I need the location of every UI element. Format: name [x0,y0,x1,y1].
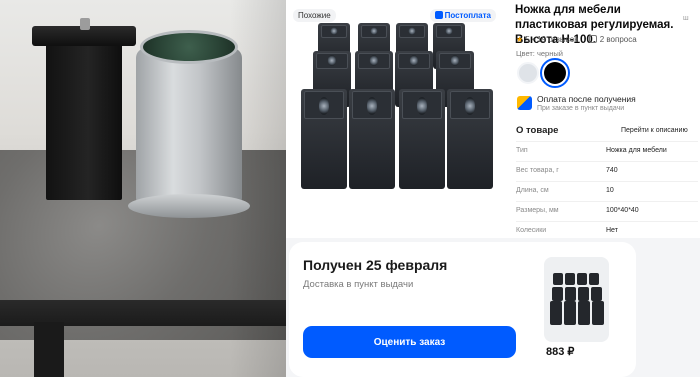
color-swatch-black[interactable] [540,58,570,88]
postpay-badge: Постоплата [429,9,496,22]
reviews-link[interactable]: 19 отзывов [537,35,578,44]
thumb-cube [592,301,604,325]
spec-key: Размеры, мм [516,207,559,214]
rating-separator: • [532,35,535,44]
wallet-icon [517,96,532,110]
spec-value: Ножка для мебели [606,147,667,154]
similar-badge[interactable]: Похожие [293,9,336,22]
thumb-cube [578,287,589,301]
thumb-cube [578,301,590,325]
spec-key: Тип [516,147,528,154]
silver-furniture-leg [136,48,242,208]
thumb-cube [550,301,562,325]
rating-value: 5 [525,35,530,44]
leg-cube [301,89,347,189]
spec-row: Тип Ножка для мебели [516,141,698,161]
order-delivery-subtitle: Доставка в пункт выдачи [303,279,414,290]
pay-after-title: Оплата после получения [537,94,636,104]
spec-row: Длина, см 10 [516,181,698,201]
question-icon [588,35,597,43]
leg-screw [80,18,90,30]
spec-row: Размеры, мм 100*40*40 [516,201,698,221]
silver-leg-cap [140,30,238,64]
product-photo[interactable] [0,0,286,377]
product-title-suffix: ш [683,15,689,22]
pay-after-subtitle: При заказе в пункт выдачи [537,105,625,112]
black-furniture-leg [46,38,122,200]
rate-order-button[interactable]: Оценить заказ [303,326,516,358]
go-to-description-link[interactable]: Перейти к описанию [621,127,688,134]
postpay-label: Постоплата [444,11,491,20]
color-label: Цвет: черный [516,49,563,58]
color-swatch-white[interactable] [517,62,539,84]
about-heading: О товаре [516,125,559,136]
thumb-cube [565,273,575,285]
spec-value: 740 [606,167,618,174]
table-leg [34,322,64,377]
leg-cube [349,89,395,189]
spec-value: 100*40*40 [606,207,639,214]
rating-row[interactable]: ★ 5 • 19 отзывов 2 вопроса [516,35,637,44]
spec-row: Вес товара, г 740 [516,161,698,181]
spec-key: Колесики [516,227,547,234]
silver-leg-base [128,194,250,218]
thumb-cube [553,273,563,285]
star-icon: ★ [516,35,524,44]
thumb-cube [589,273,599,285]
thumb-cube [552,287,563,301]
order-price: 883 ₽ [546,346,575,358]
thumb-cube [565,287,576,301]
thumb-cube [564,301,576,325]
postpay-icon [434,11,443,19]
specs-table: Тип Ножка для мебели Вес товара, г 740 Д… [516,141,698,241]
leg-cube [399,89,445,189]
thumb-cube [577,273,587,285]
order-status-title: Получен 25 февраля [303,257,448,273]
spec-key: Длина, см [516,187,549,194]
thumb-cube [591,287,602,301]
order-thumbnail[interactable] [544,257,609,342]
spec-value: Нет [606,227,618,234]
spec-key: Вес товара, г [516,167,559,174]
spec-value: 10 [606,187,614,194]
questions-link[interactable]: 2 вопроса [600,35,637,44]
leg-cube [447,89,493,189]
product-gallery-image[interactable]: Похожие Постоплата [289,3,500,235]
